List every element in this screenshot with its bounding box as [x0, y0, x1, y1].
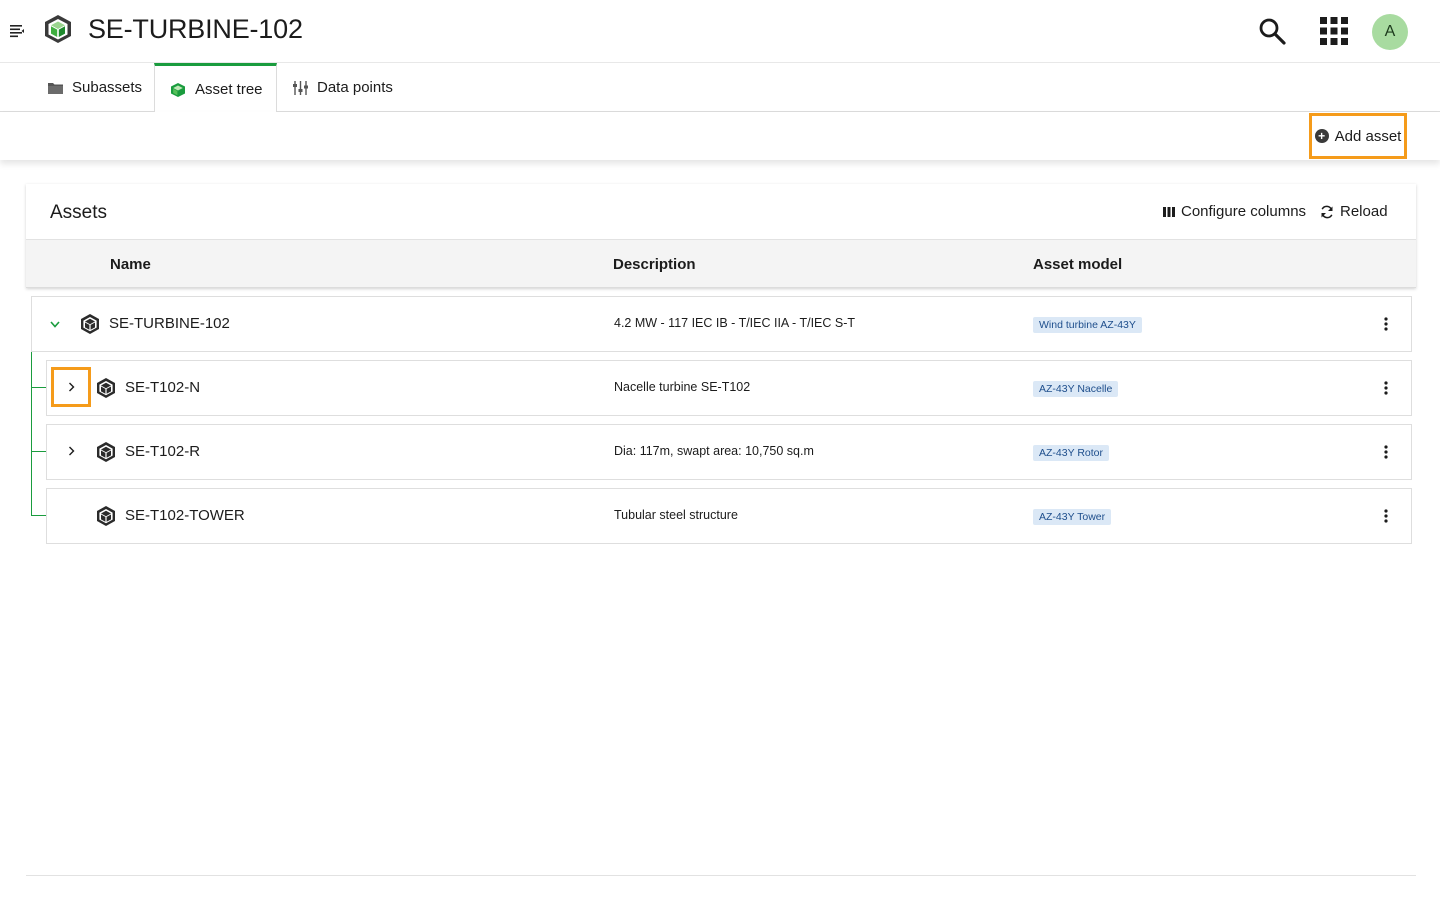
tab-asset-tree[interactable]: Asset tree	[154, 63, 277, 113]
asset-description: Tubular steel structure	[614, 508, 738, 522]
avatar[interactable]: A	[1372, 14, 1408, 50]
assets-card: Assets Configure columns Reload Name Des…	[26, 184, 1416, 288]
app-grid-icon[interactable]	[1320, 17, 1348, 45]
divider	[26, 875, 1416, 876]
app-header: SE-TURBINE-102 A	[0, 0, 1440, 63]
table-header: Name Description Asset model	[26, 239, 1416, 288]
column-header-description[interactable]: Description	[613, 256, 696, 273]
asset-model-badge[interactable]: AZ-43Y Rotor	[1033, 445, 1109, 461]
tab-label: Data points	[317, 79, 393, 96]
chevron-right-icon[interactable]	[51, 431, 91, 471]
column-header-asset-model[interactable]: Asset model	[1033, 256, 1122, 273]
configure-columns-label: Configure columns	[1181, 203, 1307, 220]
asset-description: Dia: 117m, swapt area: 10,750 sq.m	[614, 444, 814, 458]
tab-bar: Subassets Asset tree Data points	[0, 63, 1440, 113]
add-asset-button[interactable]: + Add asset	[1309, 113, 1407, 159]
sliders-icon	[291, 79, 309, 97]
configure-columns-button[interactable]: Configure columns	[1163, 203, 1306, 220]
chevron-down-icon[interactable]	[35, 304, 75, 344]
add-asset-label: Add asset	[1334, 127, 1402, 145]
reload-label: Reload	[1340, 203, 1388, 220]
tab-data-points[interactable]: Data points	[277, 63, 407, 112]
tree-connector	[31, 387, 47, 388]
asset-model-badge[interactable]: Wind turbine AZ-43Y	[1033, 317, 1142, 333]
asset-cube-icon	[42, 13, 74, 45]
tab-label: Subassets	[72, 79, 143, 96]
tree-row[interactable]: SE-T102-N Nacelle turbine SE-T102 AZ-43Y…	[46, 360, 1412, 416]
column-header-name[interactable]: Name	[110, 256, 151, 273]
more-vert-icon[interactable]	[1378, 441, 1394, 463]
asset-name: SE-T102-R	[125, 443, 201, 460]
asset-description: Nacelle turbine SE-T102	[614, 380, 751, 394]
asset-description: 4.2 MW - 117 IEC IB - T/IEC IIA - T/IEC …	[614, 316, 856, 330]
asset-model-badge[interactable]: AZ-43Y Tower	[1033, 509, 1112, 525]
asset-name: SE-T102-TOWER	[125, 507, 245, 524]
search-icon[interactable]	[1257, 16, 1287, 46]
asset-name: SE-T102-N	[125, 379, 201, 396]
action-bar: + Add asset	[0, 112, 1440, 160]
tree-row-root[interactable]: SE-TURBINE-102 4.2 MW - 117 IEC IB - T/I…	[31, 296, 1412, 352]
tree-row[interactable]: SE-T102-R Dia: 117m, swapt area: 10,750 …	[46, 424, 1412, 480]
card-title: Assets	[50, 202, 108, 223]
add-circle-icon: +	[1314, 129, 1329, 143]
cube-icon	[169, 81, 187, 99]
asset-cube-icon	[95, 505, 117, 527]
tree-row[interactable]: SE-T102-TOWER Tubular steel structure AZ…	[46, 488, 1412, 544]
asset-name: SE-TURBINE-102	[109, 315, 230, 332]
chevron-right-icon[interactable]	[51, 367, 91, 407]
asset-cube-icon	[95, 441, 117, 463]
columns-icon	[1163, 206, 1175, 217]
tab-label: Asset tree	[195, 81, 263, 98]
page-title: SE-TURBINE-102	[88, 14, 303, 44]
more-vert-icon[interactable]	[1378, 377, 1394, 399]
more-vert-icon[interactable]	[1378, 505, 1394, 527]
asset-model-badge[interactable]: AZ-43Y Nacelle	[1033, 381, 1119, 397]
reload-button[interactable]: Reload	[1320, 203, 1388, 220]
tree-connector	[31, 451, 47, 452]
asset-cube-icon	[79, 313, 101, 335]
folder-icon	[46, 79, 64, 97]
tab-subassets[interactable]: Subassets	[30, 63, 154, 112]
more-vert-icon[interactable]	[1378, 313, 1394, 335]
tree-connector	[31, 515, 47, 516]
menu-collapse-icon[interactable]	[8, 22, 26, 40]
reload-icon	[1321, 205, 1333, 218]
asset-cube-icon	[95, 377, 117, 399]
